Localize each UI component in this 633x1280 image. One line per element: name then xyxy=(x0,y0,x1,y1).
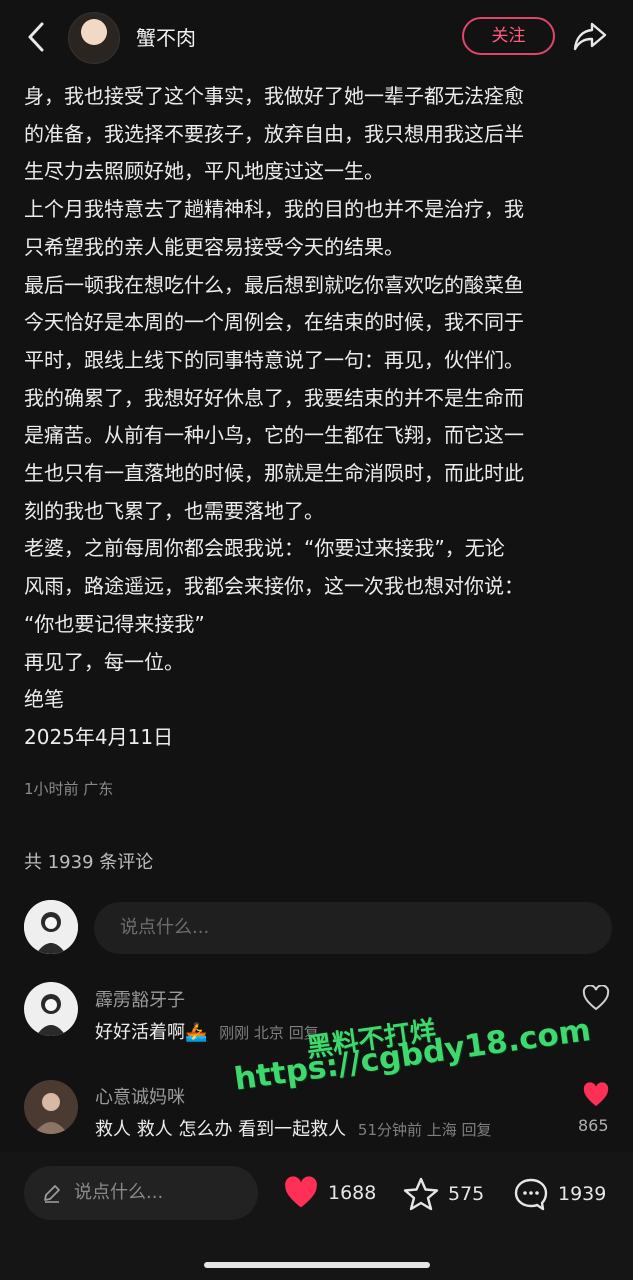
post-line: 只希望我的亲人能更容易接受今天的结果。 xyxy=(24,234,404,259)
author-name[interactable]: 蟹不肉 xyxy=(136,22,196,51)
post-line: 平时，跟线上线下的同事特意说了一句：再见，伙伴们。 xyxy=(24,347,524,372)
comment-body: 救人 救人 怎么办 看到一起救人 xyxy=(95,1119,347,1140)
heart-outline-icon[interactable] xyxy=(582,985,610,1011)
comment-input[interactable]: 说点什么... xyxy=(94,902,612,954)
post-line: 是痛苦。从前有一种小鸟，它的一生都在飞翔，而它这一 xyxy=(24,423,524,448)
comment-meta[interactable]: 51分钟前 上海 回复 xyxy=(358,1121,492,1139)
comment-bubble-icon xyxy=(514,1178,548,1211)
post-line: 生也只有一直落地的时候，那就是生命消陨时，而此时此 xyxy=(24,461,524,486)
comment-total: 1939 xyxy=(558,1183,607,1205)
post-line: 老婆，之前每周你都会跟我说：“你要过来接我”，无论 xyxy=(24,536,505,561)
star-icon xyxy=(403,1177,439,1211)
post-line: 绝笔 xyxy=(24,687,64,712)
follow-button[interactable]: 关注 xyxy=(462,17,555,55)
like-button[interactable]: 1688 xyxy=(282,1176,376,1210)
commenter-name[interactable]: 霹雳豁牙子 xyxy=(95,986,185,1012)
favorite-count: 575 xyxy=(448,1183,485,1205)
post-line: “你也要记得来接我” xyxy=(24,611,205,636)
post-line: 上个月我特意去了趟精神科，我的目的也并不是治疗，我 xyxy=(24,197,524,222)
heart-filled-icon[interactable] xyxy=(582,1082,610,1108)
comment-count: 共 1939 条评论 xyxy=(24,852,154,873)
post-line: 的准备，我选择不要孩子，放弃自由，我只想用我这后半 xyxy=(24,121,524,146)
commenter-name[interactable]: 心意诚妈咪 xyxy=(95,1083,185,1109)
like-count: 1688 xyxy=(328,1182,377,1204)
favorite-button[interactable]: 575 xyxy=(402,1176,484,1212)
bottom-bar: 说点什么... 1688 575 1939 xyxy=(0,1152,633,1280)
post-body: 身，我也接受了这个事实，我做好了她一辈子都无法痊愈 的准备，我选择不要孩子，放弃… xyxy=(24,78,614,757)
top-bar: 蟹不肉 关注 xyxy=(0,0,633,72)
comment-body: 好好活着啊🚣 xyxy=(95,1022,208,1043)
comment-text: 好好活着啊🚣 刚刚 北京 回复 xyxy=(95,1018,319,1044)
comment-text: 救人 救人 怎么办 看到一起救人 51分钟前 上海 回复 xyxy=(95,1115,492,1141)
commenter-avatar[interactable] xyxy=(24,982,78,1036)
comment-button[interactable]: 1939 xyxy=(512,1176,606,1212)
bottom-input-placeholder: 说点什么... xyxy=(74,1182,164,1203)
back-arrow-icon[interactable] xyxy=(22,20,52,54)
commenter-avatar[interactable] xyxy=(24,1080,78,1134)
post-meta: 1小时前 广东 xyxy=(24,780,114,798)
post-line: 身，我也接受了这个事实，我做好了她一辈子都无法痊愈 xyxy=(24,84,524,108)
post-line: 再见了，每一位。 xyxy=(24,649,184,674)
post-line: 今天恰好是本周的一个周例会，在结束的时候，我不同于 xyxy=(24,310,524,335)
post-line: 生尽力去照顾好她，平凡地度过这一生。 xyxy=(24,159,384,184)
author-avatar[interactable] xyxy=(68,12,120,64)
post-line: 我的确累了，我想好好休息了，我要结束的并不是生命而 xyxy=(24,385,524,410)
post-line: 2025年4月11日 xyxy=(24,724,174,749)
bottom-comment-input[interactable]: 说点什么... xyxy=(24,1166,258,1220)
pencil-icon xyxy=(44,1185,60,1203)
home-indicator xyxy=(204,1262,430,1268)
share-icon[interactable] xyxy=(572,18,608,54)
heart-filled-icon xyxy=(285,1176,317,1208)
post-line: 刻的我也飞累了，也需要落地了。 xyxy=(24,498,324,523)
post-line: 最后一顿我在想吃什么，最后想到就吃你喜欢吃的酸菜鱼 xyxy=(24,272,524,297)
comment-like-count: 865 xyxy=(578,1116,609,1135)
post-line: 风雨，路途遥远，我都会来接你，这一次我也想对你说： xyxy=(24,574,524,599)
my-avatar xyxy=(24,900,78,954)
